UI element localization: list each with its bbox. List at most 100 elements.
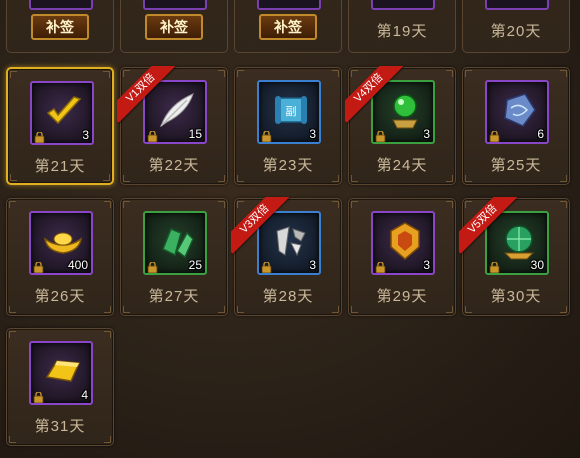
day-cell[interactable]: 副 3 第23天 bbox=[234, 67, 342, 185]
item-quantity: 3 bbox=[309, 127, 316, 141]
resign-button[interactable]: 补签 bbox=[31, 14, 89, 40]
corner-ornament bbox=[10, 71, 17, 78]
bind-lock-icon bbox=[375, 260, 386, 274]
vip-double-ribbon: V4双倍 bbox=[345, 66, 405, 126]
corner-ornament bbox=[237, 175, 244, 182]
day-cell[interactable]: 30 第30天 V5双倍 bbox=[459, 197, 570, 316]
corner-ornament bbox=[218, 306, 225, 313]
gold-ingot-icon bbox=[43, 221, 83, 261]
item-quantity: 3 bbox=[423, 258, 430, 272]
vip-double-ribbon-text: V3双倍 bbox=[231, 197, 290, 254]
bind-lock-icon bbox=[33, 390, 44, 404]
bind-lock-icon bbox=[34, 130, 45, 144]
day-cell[interactable]: 4 第31天 bbox=[6, 328, 114, 446]
day-label: 第28天 bbox=[262, 288, 314, 305]
bind-lock-icon bbox=[261, 129, 272, 143]
corner-ornament bbox=[9, 436, 16, 443]
day-label: 第21天 bbox=[34, 158, 86, 175]
item-quantity: 15 bbox=[188, 127, 202, 141]
day-label: 第26天 bbox=[34, 288, 86, 305]
day-label: 第19天 bbox=[376, 23, 428, 40]
item-slot[interactable]: 3 bbox=[371, 211, 435, 275]
corner-ornament bbox=[237, 306, 244, 313]
item-slot-partial bbox=[29, 0, 93, 10]
corner-ornament bbox=[560, 201, 567, 208]
item-slot-partial bbox=[371, 0, 435, 10]
day-cell[interactable]: 3 第24天 V4双倍 bbox=[345, 66, 456, 185]
vip-double-ribbon-text: V4双倍 bbox=[345, 66, 404, 123]
item-slot-partial bbox=[143, 0, 207, 10]
corner-ornament bbox=[560, 175, 567, 182]
corner-ornament bbox=[332, 175, 339, 182]
day-label: 第20天 bbox=[490, 23, 542, 40]
svg-text:副: 副 bbox=[286, 105, 297, 118]
corner-ornament bbox=[9, 331, 16, 338]
day-cell-today[interactable]: 3 第21天 bbox=[6, 67, 114, 185]
corner-ornament bbox=[560, 306, 567, 313]
corner-ornament bbox=[103, 71, 110, 78]
day-cell[interactable]: 25 第27天 bbox=[120, 198, 228, 316]
day-cell-partial[interactable]: 补签 bbox=[234, 0, 342, 53]
day-label: 第24天 bbox=[376, 157, 428, 174]
crystal-icon bbox=[499, 90, 539, 130]
item-slot-partial bbox=[257, 0, 321, 10]
day-label: 第31天 bbox=[34, 418, 86, 435]
corner-ornament bbox=[123, 175, 130, 182]
checkmark-icon bbox=[44, 91, 84, 131]
corner-ornament bbox=[446, 175, 453, 182]
corner-ornament bbox=[104, 306, 111, 313]
item-quantity: 25 bbox=[188, 258, 202, 272]
corner-ornament bbox=[123, 201, 130, 208]
resign-button[interactable]: 补签 bbox=[259, 14, 317, 40]
item-slot[interactable]: 400 bbox=[29, 211, 93, 275]
corner-ornament bbox=[104, 331, 111, 338]
corner-ornament bbox=[218, 70, 225, 77]
resign-button[interactable]: 补签 bbox=[145, 14, 203, 40]
day-cell-partial: 第19天 bbox=[348, 0, 456, 53]
item-quantity: 30 bbox=[530, 258, 544, 272]
day-cell-partial[interactable]: 补签 bbox=[120, 0, 228, 53]
scroll-icon: 副 bbox=[271, 90, 311, 130]
corner-ornament bbox=[332, 70, 339, 77]
corner-ornament bbox=[332, 306, 339, 313]
day-label: 第23天 bbox=[262, 157, 314, 174]
day-cell[interactable]: 15 第22天 V1双倍 bbox=[117, 66, 228, 185]
day-cell[interactable]: 6 第25天 bbox=[462, 67, 570, 185]
vip-double-ribbon-text: V5双倍 bbox=[459, 197, 518, 254]
day-label: 第27天 bbox=[148, 288, 200, 305]
corner-ornament bbox=[560, 70, 567, 77]
corner-ornament bbox=[465, 70, 472, 77]
corner-ornament bbox=[237, 70, 244, 77]
bind-lock-icon bbox=[147, 129, 158, 143]
day-label: 第25天 bbox=[490, 157, 542, 174]
item-slot[interactable]: 25 bbox=[143, 211, 207, 275]
bind-lock-icon bbox=[261, 260, 272, 274]
jade-icon bbox=[157, 221, 197, 261]
day-cell[interactable]: 400 第26天 bbox=[6, 198, 114, 316]
item-quantity: 6 bbox=[537, 127, 544, 141]
corner-ornament bbox=[465, 175, 472, 182]
day-cell[interactable]: 3 第28天 V3双倍 bbox=[231, 197, 342, 316]
item-slot[interactable]: 副3 bbox=[257, 80, 321, 144]
corner-ornament bbox=[9, 306, 16, 313]
vip-double-ribbon-text: V1双倍 bbox=[117, 66, 176, 123]
item-quantity: 400 bbox=[67, 258, 88, 272]
corner-ornament bbox=[351, 306, 358, 313]
item-quantity: 3 bbox=[82, 128, 89, 142]
day-cell-partial[interactable]: 补签 bbox=[6, 0, 114, 53]
item-slot[interactable]: 6 bbox=[485, 80, 549, 144]
corner-ornament bbox=[218, 175, 225, 182]
corner-ornament bbox=[104, 201, 111, 208]
vip-double-ribbon: V1双倍 bbox=[117, 66, 177, 126]
item-slot[interactable]: 3 bbox=[30, 81, 94, 145]
day-cell[interactable]: 3 第29天 bbox=[348, 198, 456, 316]
corner-ornament bbox=[465, 306, 472, 313]
corner-ornament bbox=[351, 175, 358, 182]
day-label: 第29天 bbox=[376, 288, 428, 305]
item-slot[interactable]: 4 bbox=[29, 341, 93, 405]
vip-double-ribbon: V3双倍 bbox=[231, 197, 291, 257]
corner-ornament bbox=[218, 201, 225, 208]
day-label: 第30天 bbox=[490, 288, 542, 305]
item-quantity: 3 bbox=[309, 258, 316, 272]
corner-ornament bbox=[123, 306, 130, 313]
